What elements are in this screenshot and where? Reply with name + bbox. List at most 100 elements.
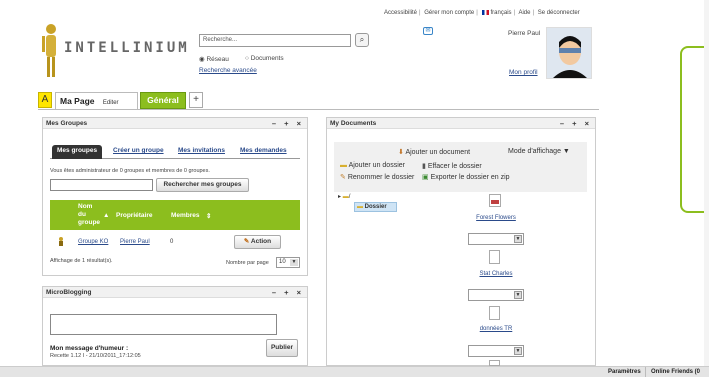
radio-network-label: Réseau [206, 56, 229, 63]
advanced-search-link[interactable]: Recherche avancée [199, 67, 257, 74]
tree-root-label: / [348, 194, 351, 200]
tab-a[interactable]: A [38, 92, 52, 108]
vertical-scrollbar[interactable] [704, 0, 709, 366]
delete-folder-label: Effacer le dossier [427, 163, 482, 170]
radio-documents-label: Documents [250, 55, 284, 62]
accessibility-link[interactable]: Accessibilité [384, 10, 417, 16]
chevron-down-icon: ▼ [514, 235, 522, 243]
profile-link[interactable]: Mon profil [509, 69, 538, 76]
language-link[interactable]: français [491, 10, 512, 16]
tab-general[interactable]: Général [140, 92, 186, 109]
tab-my-groups[interactable]: Mes groupes [52, 145, 103, 159]
tab-create-group[interactable]: Créer un groupe [113, 147, 164, 154]
user-avatar-icon [547, 28, 591, 78]
sort-icon[interactable]: ⇕ [206, 212, 211, 220]
panel-controls[interactable]: – + × [272, 119, 304, 128]
groups-table-header: Nom du groupe ▲ Propriétaire Membres ⇕ [50, 200, 300, 230]
groups-footer: Affichage de 1 résultat(s). [50, 258, 113, 264]
display-mode-dropdown[interactable]: Mode d'affichage ▼ [508, 148, 570, 155]
settings-button[interactable]: Paramètres [608, 369, 641, 375]
file-action-select[interactable]: ▼ [468, 289, 524, 301]
groups-panel-title: Mes Groupes [46, 120, 88, 127]
add-tab-button[interactable]: + [189, 92, 203, 108]
document-icon[interactable] [489, 306, 500, 320]
groups-info: Vous êtes administrateur de 0 groupes et… [50, 168, 210, 174]
group-name-link[interactable]: Groupe KO [78, 239, 108, 245]
chevron-down-icon: ▼ [290, 259, 298, 266]
col-group-name[interactable]: Nom du groupe [78, 203, 100, 227]
file-action-select[interactable]: ▼ [468, 345, 524, 357]
upload-icon: ⬇ [398, 149, 404, 156]
document-icon[interactable] [489, 250, 500, 264]
export-zip-button[interactable]: ▣ Exporter le dossier en zip [422, 173, 510, 181]
user-name: Pierre Paul [508, 30, 541, 37]
mood-label: Mon message d'humeur : [50, 345, 129, 352]
file-link[interactable]: données TR [468, 326, 524, 332]
add-folder-label: Ajouter un dossier [348, 162, 405, 169]
chevron-down-icon: ▼ [514, 347, 522, 355]
microblog-panel-header: MicroBlogging – + × [43, 287, 307, 298]
radio-network[interactable]: ◉ Réseau [199, 55, 229, 63]
per-page-value: 10 [279, 259, 286, 265]
sort-arrow-icon[interactable]: ▲ [103, 212, 109, 219]
image-file-icon[interactable] [489, 194, 501, 207]
group-members-count: 0 [170, 239, 174, 245]
delete-folder-button[interactable]: ▮ Effacer le dossier [422, 162, 482, 170]
panel-controls[interactable]: – + × [272, 288, 304, 297]
bottom-bar: Paramètres Online Friends (0 [0, 366, 709, 377]
tab-invitations[interactable]: Mes invitations [178, 147, 225, 154]
col-owner[interactable]: Propriétaire [116, 212, 153, 219]
search-groups-button[interactable]: Rechercher mes groupes [156, 178, 249, 192]
mood-meta: Recette 1.12 I - 21/10/2011_17:12:05 [50, 353, 141, 359]
top-links: Accessibilité | Gérer mon compte | françai… [384, 10, 580, 17]
bottom-divider [645, 367, 646, 377]
groups-panel: Mes Groupes – + × [42, 117, 308, 276]
file-action-select[interactable]: ▼ [468, 233, 524, 245]
folder-add-icon: ▬ [340, 162, 347, 169]
tab-requests[interactable]: Mes demandes [240, 147, 287, 154]
help-link[interactable]: Aide [518, 10, 530, 16]
trash-icon: ▮ [422, 163, 426, 170]
groups-panel-header: Mes Groupes – + × [43, 118, 307, 129]
microblog-panel-title: MicroBlogging [46, 289, 92, 296]
avatar[interactable] [546, 27, 592, 79]
add-folder-button[interactable]: ▬ Ajouter un dossier [340, 162, 405, 169]
logout-link[interactable]: Se déconnecter [538, 10, 580, 16]
panel-controls[interactable]: – + × [560, 119, 592, 128]
zip-icon: ▣ [422, 174, 429, 181]
file-link[interactable]: Forest Flowers [468, 215, 524, 221]
logo-text[interactable]: INTELLINIUM [64, 40, 190, 56]
mood-input[interactable] [50, 314, 277, 335]
radio-documents[interactable]: ○ Documents [245, 55, 284, 62]
group-search-input[interactable] [50, 179, 153, 191]
chevron-down-icon: ▼ [514, 291, 522, 299]
account-link[interactable]: Gérer mon compte [424, 10, 474, 16]
edit-tab-button[interactable]: Editer [103, 100, 119, 106]
rename-folder-button[interactable]: ✎ Renommer le dossier [340, 173, 414, 181]
publish-button[interactable]: Publier [266, 339, 298, 357]
group-icon [57, 237, 65, 246]
per-page-select[interactable]: 10 ▼ [276, 257, 300, 268]
add-document-button[interactable]: ⬇ Ajouter un document [398, 148, 470, 156]
file-link[interactable]: Stat Charles [468, 271, 524, 277]
group-action-label: Action [250, 238, 272, 245]
group-owner-link[interactable]: Pierre Paul [120, 239, 150, 245]
search-input[interactable]: Recherche... [199, 34, 351, 47]
rename-folder-label: Renommer le dossier [347, 174, 415, 181]
notification-icon[interactable]: ✉ [423, 27, 433, 35]
rename-icon: ✎ [340, 174, 346, 181]
online-friends-button[interactable]: Online Friends (0 [651, 369, 700, 375]
documents-panel-title: My Documents [330, 120, 377, 127]
tab-ma-page[interactable]: Ma Page Editer [55, 92, 138, 109]
flag-fr-icon [481, 10, 489, 15]
col-members[interactable]: Membres [171, 212, 200, 219]
tab-divider [38, 109, 599, 110]
tab-ma-page-label: Ma Page [60, 96, 95, 106]
tree-folder-selected[interactable]: ▬ Dossier [354, 202, 397, 212]
group-action-button[interactable]: ✎ Action [234, 235, 281, 249]
tree-root[interactable]: ▸ ▬/ [338, 193, 350, 200]
edit-pencil-icon: ✎ [243, 238, 250, 245]
documents-panel-header: My Documents – + × [327, 118, 595, 129]
search-icon: ⌕ [359, 35, 365, 44]
search-button[interactable]: ⌕ [355, 33, 369, 47]
